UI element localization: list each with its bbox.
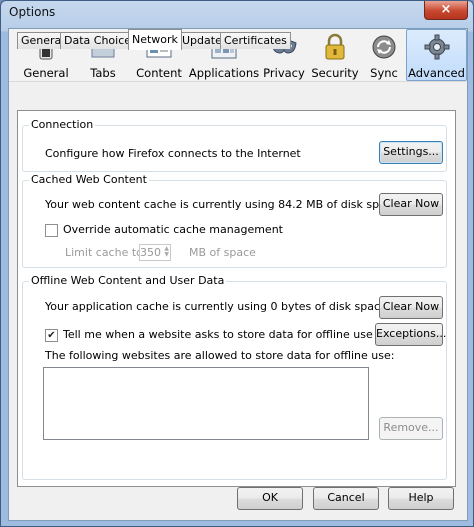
options-window: Options × General Tabs Content Applicati…: [0, 0, 474, 527]
dialog-client: General Tabs Content Applications Privac…: [8, 28, 468, 521]
exceptions-button[interactable]: Exceptions...: [375, 323, 446, 346]
toolbar-security[interactable]: Security: [308, 30, 362, 80]
connection-group: Connection Configure how Firefox connect…: [22, 118, 447, 172]
connection-description: Configure how Firefox connects to the In…: [45, 147, 301, 160]
limit-unit-label: MB of space: [189, 246, 256, 259]
sync-icon: [372, 35, 396, 59]
tab-update[interactable]: Update: [178, 32, 226, 49]
network-panel: Connection Configure how Firefox connect…: [17, 110, 456, 487]
allowed-sites-list[interactable]: [43, 367, 369, 440]
override-cache-checkbox[interactable]: [45, 224, 58, 237]
toolbar-label: General: [23, 66, 69, 80]
remove-button[interactable]: Remove...: [379, 417, 443, 440]
cancel-button[interactable]: Cancel: [313, 487, 379, 510]
spinner-arrows-icon[interactable]: ▲ ▼: [160, 246, 169, 259]
allowed-sites-label: The following websites are allowed to st…: [45, 349, 395, 362]
cache-group: Cached Web Content Your web content cach…: [22, 173, 447, 268]
padlock-icon: [325, 33, 345, 60]
close-button[interactable]: ×: [424, 1, 468, 20]
help-button[interactable]: Help: [388, 487, 454, 510]
title-bar: Options ×: [1, 1, 473, 23]
toolbar-label: Advanced: [408, 66, 465, 80]
cache-limit-input[interactable]: 350 ▲ ▼: [139, 244, 171, 261]
toolbar-label: Tabs: [90, 66, 116, 80]
toolbar-sync[interactable]: Sync: [362, 30, 406, 80]
offline-group: Offline Web Content and User Data Your a…: [22, 274, 447, 480]
toolbar-label: Privacy: [263, 66, 305, 80]
toolbar-advanced[interactable]: Advanced: [406, 29, 467, 81]
tell-me-label: Tell me when a website asks to store dat…: [63, 328, 373, 341]
close-icon: ×: [440, 2, 452, 17]
tell-me-checkbox[interactable]: ✔: [45, 329, 58, 342]
toolbar-label: Content: [136, 66, 182, 80]
clear-cache-button[interactable]: Clear Now: [379, 193, 443, 216]
connection-title: Connection: [29, 118, 96, 131]
ok-button[interactable]: OK: [237, 487, 303, 510]
cache-description: Your web content cache is currently usin…: [45, 198, 399, 211]
toolbar-label: Applications: [188, 66, 260, 80]
cache-limit-value: 350: [140, 246, 161, 259]
toolbar-label: Security: [311, 66, 359, 80]
tab-certificates[interactable]: Certificates: [220, 32, 291, 49]
gear-icon: [424, 34, 449, 60]
toolbar-label: Sync: [370, 66, 398, 80]
override-cache-label: Override automatic cache management: [63, 223, 283, 236]
tab-network[interactable]: Network: [128, 29, 182, 50]
limit-cache-label: Limit cache to: [65, 246, 143, 259]
window-title: Options: [9, 5, 56, 19]
clear-offline-button[interactable]: Clear Now: [379, 296, 443, 319]
offline-title: Offline Web Content and User Data: [29, 274, 227, 287]
offline-description: Your application cache is currently usin…: [45, 300, 387, 313]
cache-title: Cached Web Content: [29, 173, 149, 186]
settings-button[interactable]: Settings...: [379, 141, 443, 164]
